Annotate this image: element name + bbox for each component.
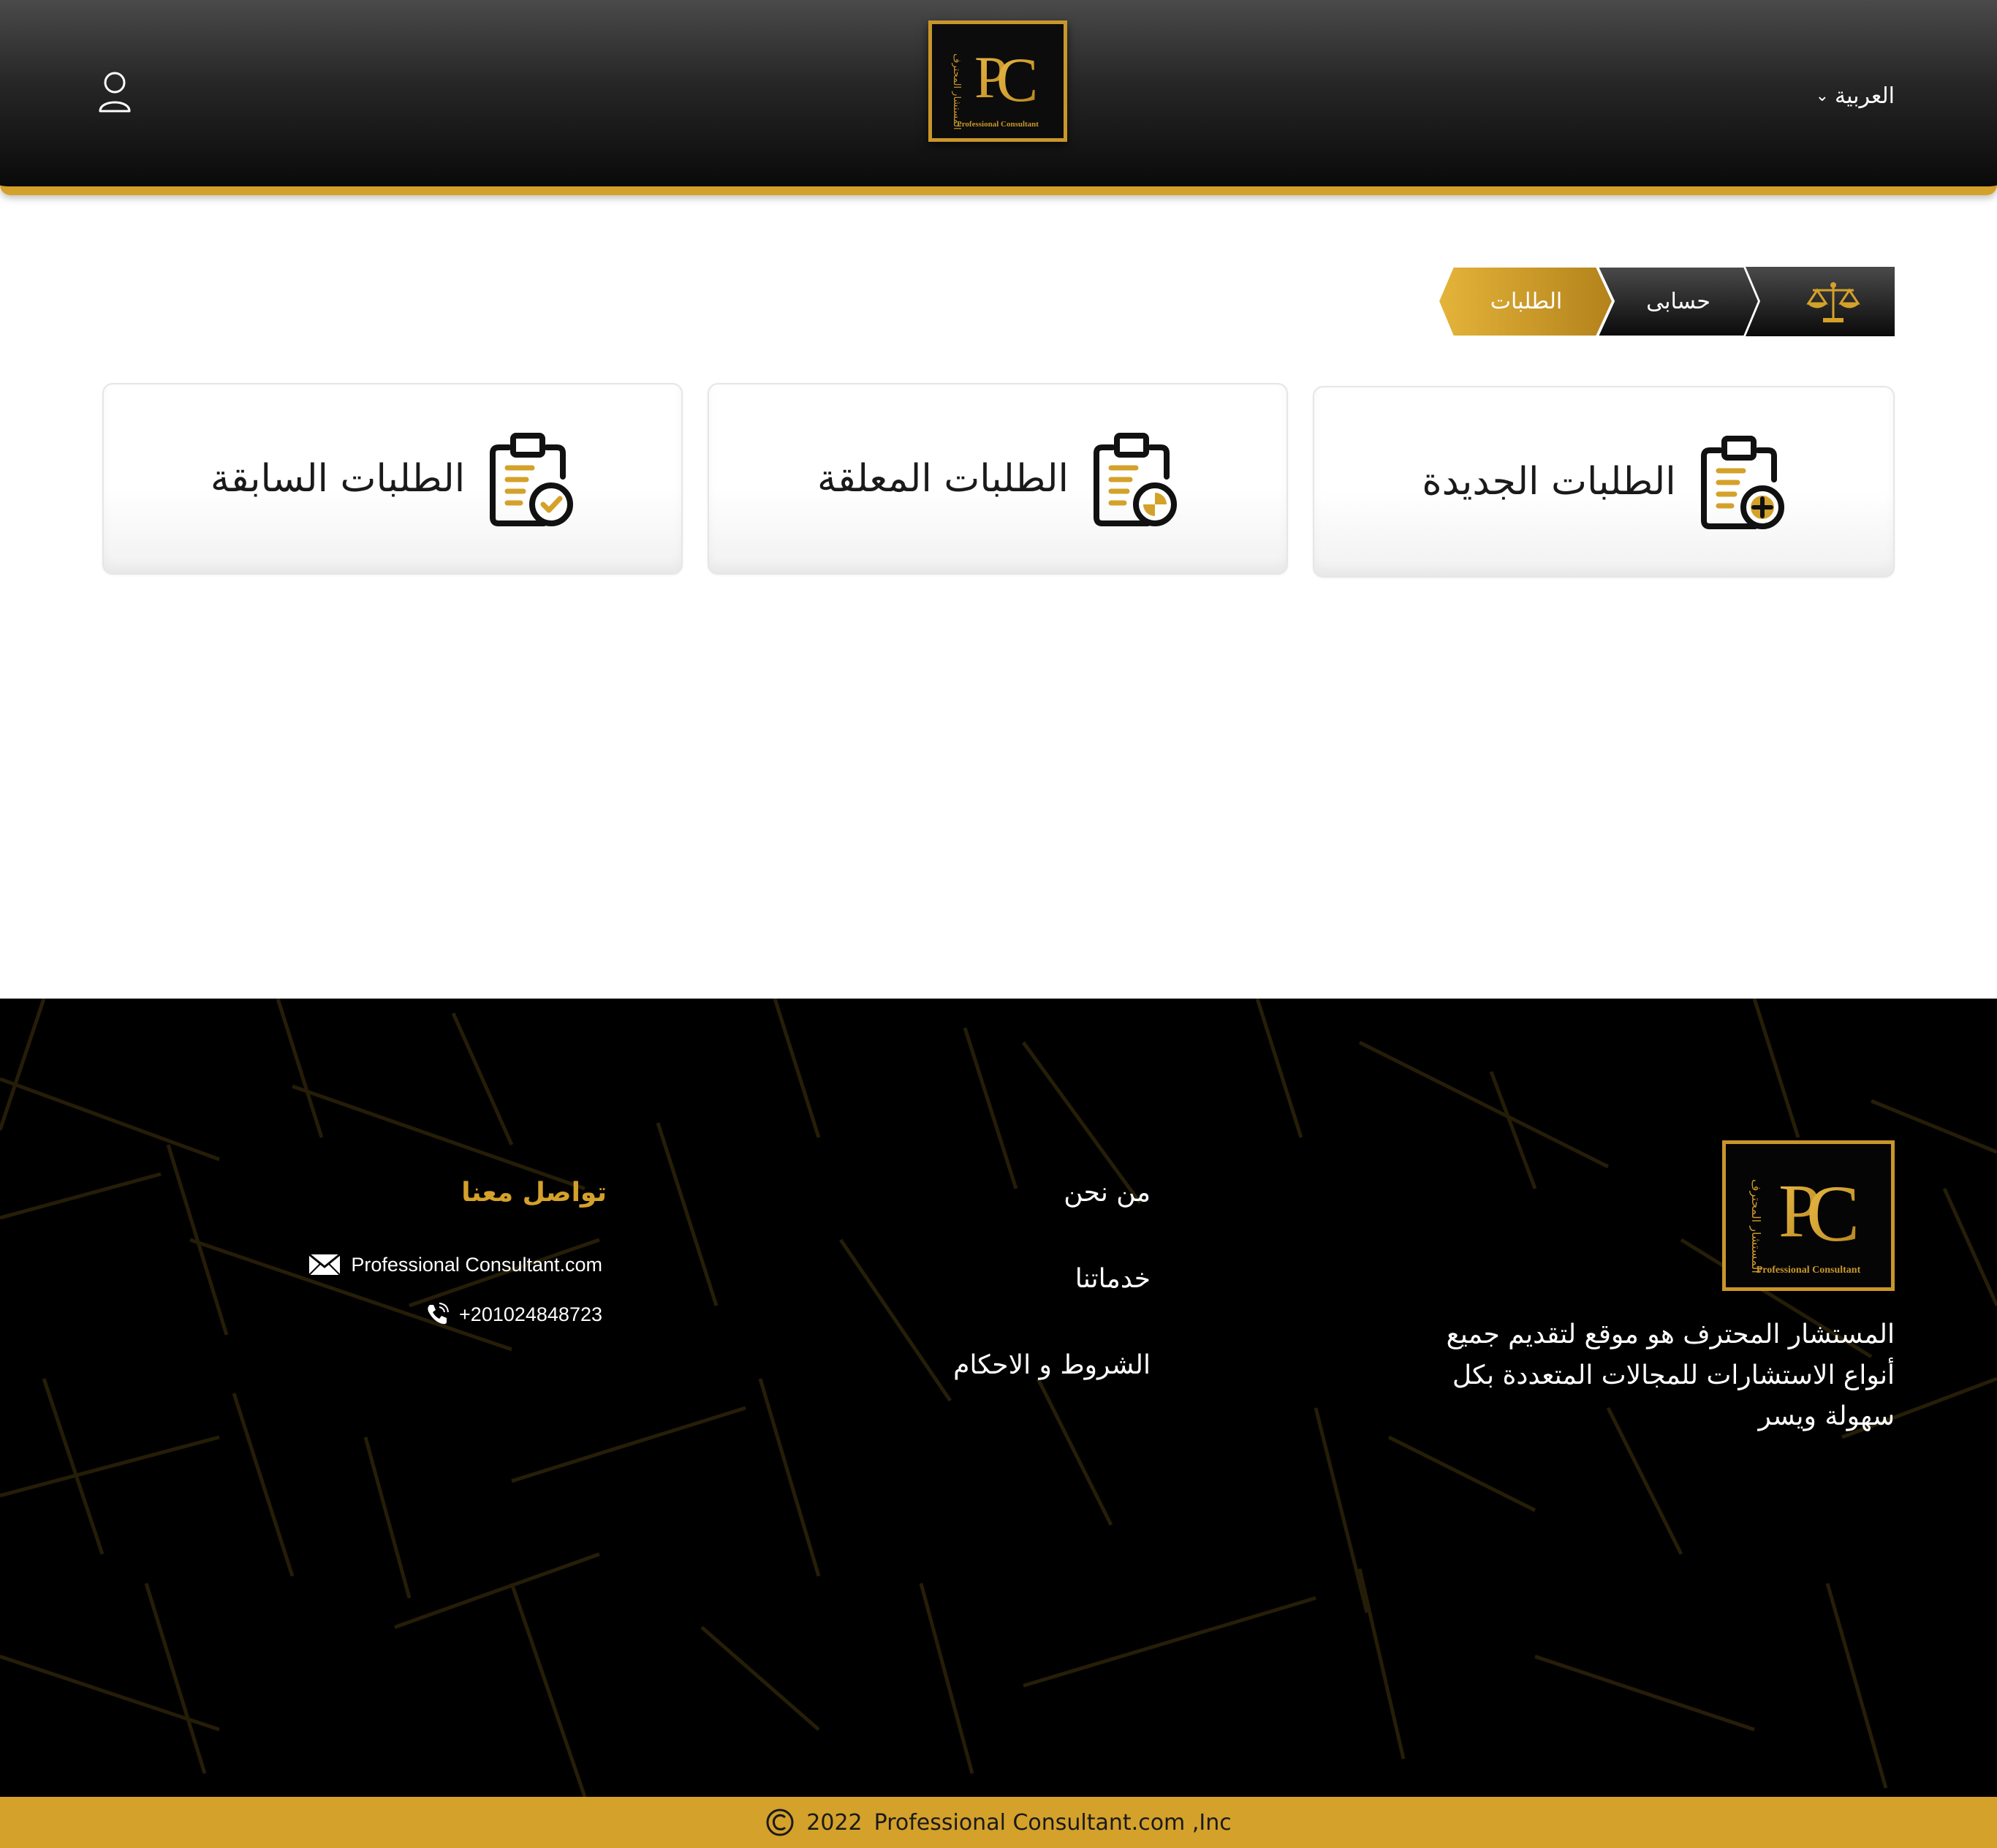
link-terms[interactable]: الشروط و الاحكام <box>841 1350 1151 1436</box>
card-label: الطلبات المعلقة <box>816 457 1069 501</box>
card-label: الطلبات الجديدة <box>1422 460 1676 504</box>
language-selector[interactable]: العربية ⌄ <box>1816 79 1895 113</box>
breadcrumb-item-account[interactable]: حسابى <box>1605 267 1751 336</box>
about-text: المستشار المحترف هو موقع لتقديم جميع أنو… <box>1446 1319 1895 1431</box>
header-logo[interactable]: P C المستشار المحترف Professional Consul… <box>928 20 1067 142</box>
breadcrumb-item-requests: الطلبات <box>1490 289 1563 314</box>
copyright-bar: 2022 Professional Consultant.com ,Inc <box>0 1797 1997 1848</box>
svg-text:C: C <box>1806 1169 1860 1258</box>
contact-title: تواصل معنا <box>461 1178 607 1208</box>
clipboard-plus-icon <box>1700 436 1784 529</box>
phone-text: +201024848723 <box>459 1303 602 1325</box>
link-about-us[interactable]: من نحن <box>841 1178 1151 1264</box>
header: P C المستشار المحترف Professional Consul… <box>0 0 1997 195</box>
footer: P C المستشار المحترف Professional Consul… <box>0 999 1997 1797</box>
svg-text:C: C <box>996 45 1038 115</box>
clipboard-check-icon <box>490 433 574 526</box>
copyright-year: 2022 <box>806 1809 863 1836</box>
mail-icon <box>308 1254 341 1276</box>
footer-links: من نحن خدماتنا الشروط و الاحكام <box>841 1178 1151 1436</box>
svg-text:المستشار المحترف: المستشار المحترف <box>951 53 962 130</box>
card-previous-requests[interactable]: الطلبات السابقة <box>102 383 683 575</box>
footer-logo[interactable]: P C المستشار المحترف Professional Consul… <box>1722 1140 1895 1291</box>
clipboard-clock-icon <box>1094 433 1178 526</box>
user-icon[interactable] <box>96 70 133 114</box>
breadcrumb: حسابى الطلبات <box>1439 267 1895 336</box>
email-text: Professional Consultant.com <box>351 1253 602 1276</box>
copyright-text: Professional Consultant.com ,Inc <box>874 1809 1232 1836</box>
contact-email[interactable]: Professional Consultant.com <box>308 1250 602 1279</box>
svg-text:Professional Consultant: Professional Consultant <box>1757 1265 1861 1276</box>
contact-phone[interactable]: +201024848723 <box>425 1300 602 1329</box>
card-pending-requests[interactable]: الطلبات المعلقة <box>708 383 1288 575</box>
chevron-down-icon: ⌄ <box>1815 86 1829 105</box>
link-services[interactable]: خدماتنا <box>841 1264 1151 1350</box>
card-label: الطلبات السابقة <box>210 457 466 501</box>
copyright-icon <box>766 1809 794 1836</box>
svg-text:Professional Consultant: Professional Consultant <box>957 120 1039 129</box>
svg-text:المستشار المحترف: المستشار المحترف <box>1748 1179 1763 1273</box>
phone-icon <box>428 1303 450 1325</box>
card-new-requests[interactable]: الطلبات الجديدة <box>1313 386 1895 578</box>
language-label: العربية <box>1835 83 1895 109</box>
